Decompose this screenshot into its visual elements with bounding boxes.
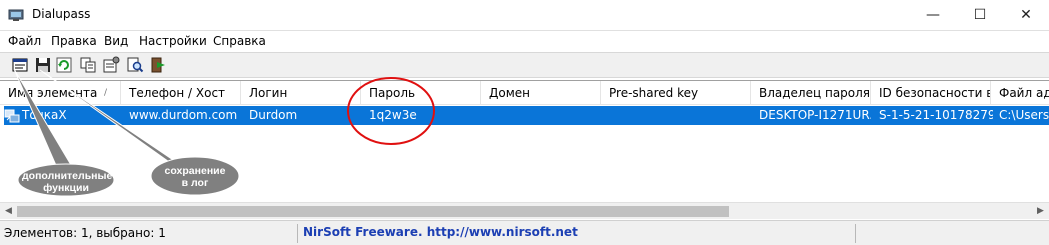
scroll-left-icon[interactable]: ◀ — [0, 203, 17, 220]
callout-line: сохранение — [164, 165, 226, 177]
copy-icon[interactable] — [79, 56, 97, 74]
callout-line: дополнительные — [22, 170, 113, 182]
column-header-sid[interactable]: ID безопасности в... — [871, 81, 991, 105]
nirsoft-link[interactable]: NirSoft Freeware. http://www.nirsoft.net — [303, 225, 578, 239]
status-divider — [297, 224, 298, 243]
save-icon[interactable] — [34, 56, 52, 74]
menu-file[interactable]: Файл — [8, 34, 41, 48]
toolbar — [0, 52, 1049, 78]
column-header-psk[interactable]: Pre-shared key — [601, 81, 751, 105]
cell-psk — [605, 106, 755, 125]
column-header-domain[interactable]: Домен — [481, 81, 601, 105]
cell-name: ТочкаX — [22, 108, 67, 122]
column-header-file[interactable]: Файл адр — [991, 81, 1049, 105]
minimize-button[interactable]: — — [910, 0, 956, 31]
callout-line: функции — [43, 182, 89, 194]
column-header-name[interactable]: Имя элемента — [0, 81, 121, 105]
close-button[interactable]: ✕ — [1003, 0, 1049, 31]
find-icon[interactable] — [126, 56, 144, 74]
callout-line: в лог — [181, 177, 209, 189]
menu-view[interactable]: Вид — [104, 34, 128, 48]
callout-text-functions: дополнительные функции — [22, 170, 113, 194]
title-bar: Dialupass — ☐ ✕ — [0, 0, 1049, 31]
properties-icon[interactable] — [11, 56, 29, 74]
sort-indicator: / — [104, 88, 108, 98]
window-title: Dialupass — [32, 7, 91, 21]
cell-domain — [485, 106, 605, 125]
maximize-button[interactable]: ☐ — [957, 0, 1003, 31]
menu-help[interactable]: Справка — [213, 34, 266, 48]
cell-file: C:\Users\ — [999, 108, 1049, 122]
exit-icon[interactable] — [149, 56, 167, 74]
cell-sid: S-1-5-21-10178279... — [879, 108, 993, 122]
status-divider — [855, 224, 856, 243]
status-bar: Элементов: 1, выбрано: 1 NirSoft Freewar… — [0, 220, 1049, 245]
column-header-login[interactable]: Логин — [241, 81, 361, 105]
scroll-thumb[interactable] — [17, 206, 729, 217]
menu-edit[interactable]: Правка — [51, 34, 97, 48]
cell-login: Durdom — [249, 108, 298, 122]
horizontal-scrollbar[interactable]: ◀ ▶ — [0, 202, 1049, 219]
menu-bar: Файл Правка Вид Настройки Справка — [0, 31, 1049, 52]
table-row[interactable]: ТочкаX www.durdom.com Durdom 1q2w3e DESK… — [4, 106, 1049, 125]
column-header-password[interactable]: Пароль — [361, 81, 481, 105]
table-header: Имя элемента / Телефон / Хост Логин Паро… — [0, 81, 1049, 105]
column-header-phone[interactable]: Телефон / Хост — [121, 81, 241, 105]
callout-text-save: сохранение в лог — [153, 165, 237, 189]
status-count: Элементов: 1, выбрано: 1 — [4, 226, 166, 240]
scroll-right-icon[interactable]: ▶ — [1032, 203, 1049, 220]
options-icon[interactable] — [102, 56, 120, 74]
refresh-icon[interactable] — [55, 56, 73, 74]
menu-settings[interactable]: Настройки — [139, 34, 207, 48]
app-icon — [8, 9, 24, 21]
cell-phone-host: www.durdom.com — [129, 108, 238, 122]
cell-password: 1q2w3e — [369, 108, 417, 122]
column-header-owner[interactable]: Владелец пароля — [751, 81, 871, 105]
cell-owner: DESKTOP-I1271UR... — [759, 108, 871, 122]
